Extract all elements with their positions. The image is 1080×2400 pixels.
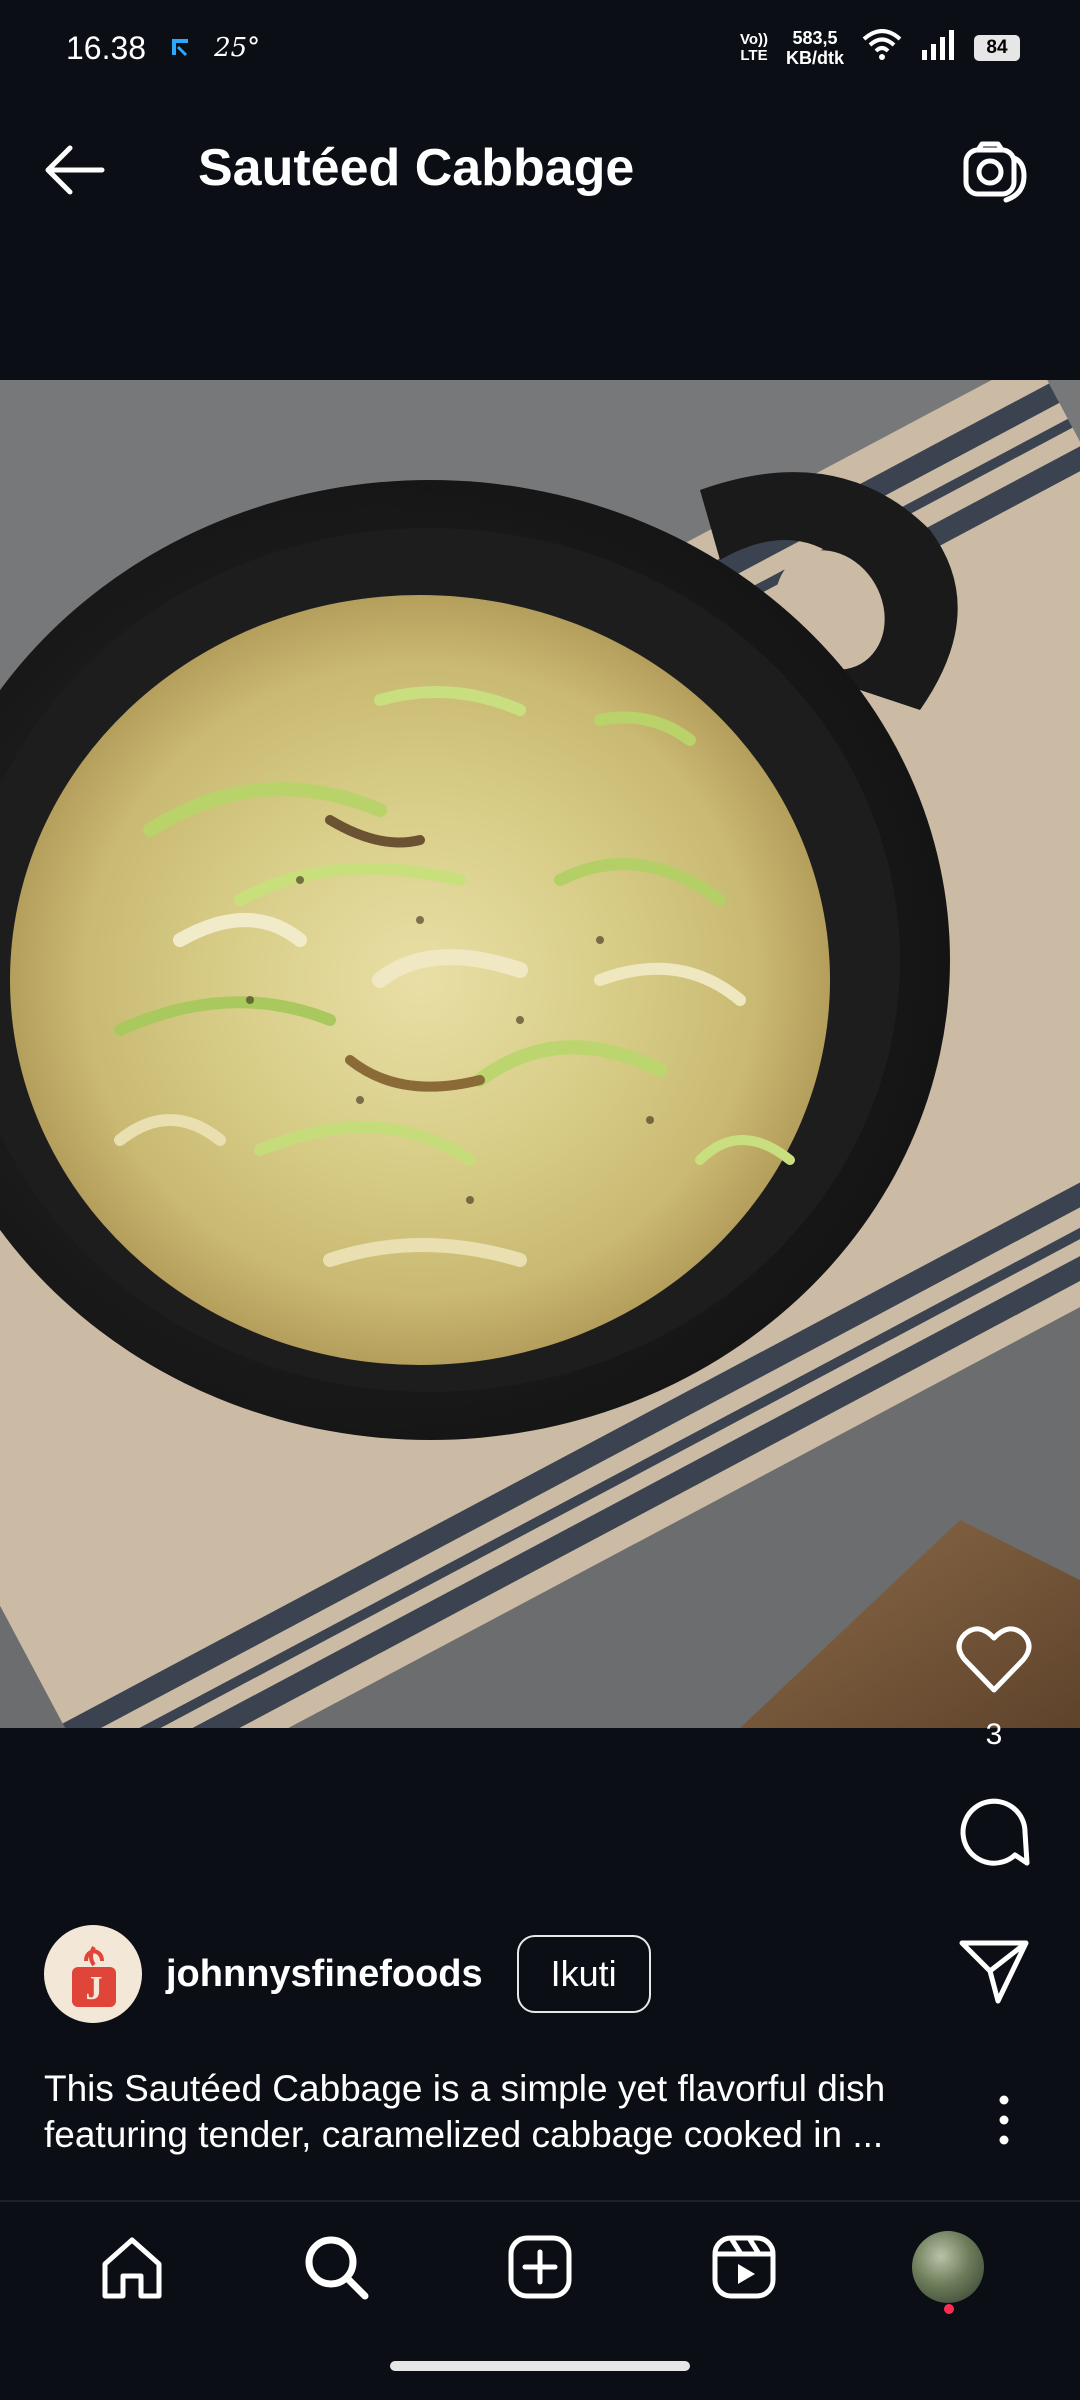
app-notification-icon [168,30,192,67]
caption-line-1: This Sautéed Cabbage is a simple yet fla… [44,2068,886,2109]
bottom-nav [0,2202,1080,2332]
top-bar: Sautéed Cabbage [0,110,1080,230]
nav-reels[interactable] [701,2224,787,2310]
wifi-icon [862,29,902,67]
post-actions: 3 [944,1620,1044,2012]
johnnys-logo-icon: J [72,1945,116,2007]
volte-indicator: Vo)) LTE [739,31,768,64]
send-icon [959,1940,1029,2004]
nav-profile[interactable] [905,2224,991,2314]
comment-icon [960,1798,1030,1866]
network-speed-unit: KB/dtk [786,48,844,68]
home-icon [102,2237,162,2299]
search-icon [305,2236,369,2300]
status-bar: 16.38 25° Vo)) LTE 583,5 KB/dtk 84 [0,0,1080,96]
reels-icon [712,2235,776,2299]
network-speed-value: 583,5 [792,28,838,48]
page-title: Sautéed Cabbage [198,139,635,197]
signal-icon [920,30,956,66]
post-photo[interactable] [0,380,1080,1728]
share-button[interactable] [954,1932,1034,2012]
clock: 16.38 [66,29,147,66]
camera-button[interactable] [960,136,1030,206]
back-button[interactable] [40,140,112,200]
follow-button[interactable]: Ikuti [516,1935,651,2013]
home-indicator[interactable] [390,2361,690,2371]
nav-search[interactable] [293,2224,379,2310]
like-count[interactable]: 3 [986,1718,1003,1752]
create-icon [508,2235,572,2299]
caption-line-2: featuring tender, caramelized cabbage co… [44,2114,884,2155]
nav-create[interactable] [497,2224,583,2310]
heart-icon [956,1626,1032,1693]
status-right: Vo)) LTE 583,5 KB/dtk 84 [740,28,1020,68]
nav-home[interactable] [89,2224,175,2310]
author-avatar[interactable]: J [44,1925,142,2023]
weather-temperature: 25° [214,33,261,63]
logo-letter: J [86,1970,103,2007]
status-left: 16.38 25° [66,30,260,67]
arrow-left-icon [45,145,105,195]
like-button[interactable] [954,1620,1034,1700]
network-speed: 583,5 KB/dtk [786,28,844,68]
post-caption[interactable]: This Sautéed Cabbage is a simple yet fla… [44,2066,944,2158]
author-username[interactable]: johnnysfinefoods [166,1953,483,1996]
comment-button[interactable] [954,1792,1034,1872]
profile-avatar [912,2231,984,2303]
more-options-button[interactable] [984,2090,1024,2150]
author-row: J johnnysfinefoods Ikuti [44,1925,651,2023]
more-vertical-icon [999,2095,1009,2145]
post-screen: 16.38 25° Vo)) LTE 583,5 KB/dtk 84 Sauté… [0,0,1080,2400]
camera-icon [963,141,1027,203]
notification-dot [944,2304,954,2314]
battery-indicator: 84 [974,35,1020,61]
cabbage-skillet-illustration [0,380,1080,1728]
